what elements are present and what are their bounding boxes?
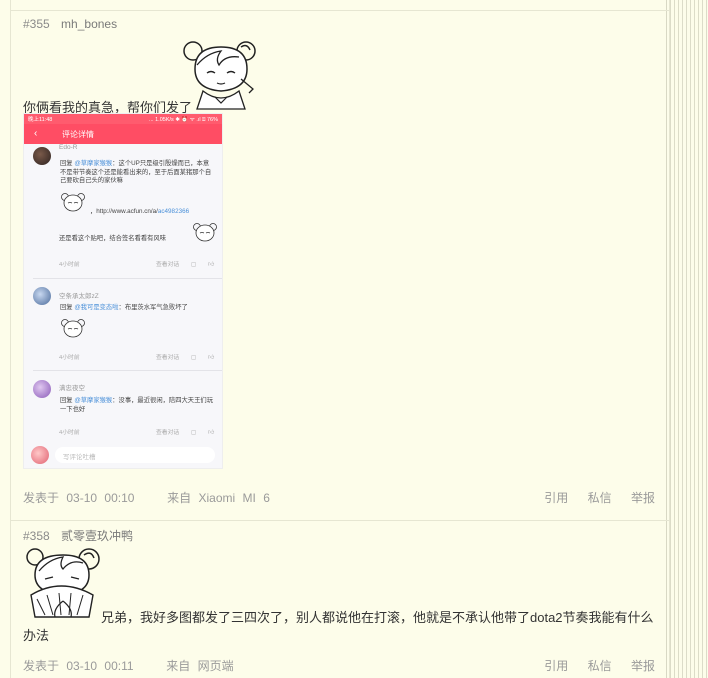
post-header: #358 贰零壹玖冲鸭 [23, 527, 133, 544]
private-message-button[interactable]: 私信 [588, 659, 612, 673]
quote-button[interactable]: 引用 [544, 491, 568, 505]
post-text-continued: 办法 [23, 628, 50, 643]
comment-footer: 4小时前 查看对话 ▢ 👍︎ [59, 427, 214, 436]
comment-body: 回复 @草摩家猴猴：这个UP只是级引殷燥而已，本意不是带节奏这个还是能看出来的，… [60, 160, 212, 184]
comment-footer: 4小时前 查看对话 ▢ 👍︎ [59, 259, 214, 268]
posted-label: 发表于 [23, 659, 60, 673]
avatar [31, 446, 49, 464]
embedded-screenshot[interactable]: 晚上11:48 ... 1.05K/s ✱ ⏰ ᯤ .ıl ⌸ 76% ‹ 评论… [23, 113, 223, 469]
avatar [33, 147, 51, 165]
report-button[interactable]: 举报 [631, 659, 655, 673]
view-conversation-link[interactable]: 查看对话 [156, 430, 179, 436]
report-button[interactable]: 举报 [631, 491, 655, 505]
reply-icon[interactable]: ▢ [191, 355, 196, 361]
floor-number: #358 [23, 529, 50, 543]
comment-time: 4小时前 [59, 430, 80, 436]
comment-author: 满忠夜空 [59, 385, 85, 392]
device-word: MI [242, 491, 256, 505]
comment-author: Edo-R [59, 144, 78, 151]
from-label: 来自 [167, 491, 192, 505]
post-358: #358 贰零壹玖冲鸭 兄弟，我好多图都发了三四次了，别人都说他在打滚，他就是不… [11, 520, 669, 678]
quote-button[interactable]: 引用 [544, 659, 568, 673]
private-message-button[interactable]: 私信 [588, 491, 612, 505]
username[interactable]: mh_bones [61, 17, 117, 31]
avatar [33, 287, 51, 305]
avatar [33, 380, 51, 398]
comment-link[interactable]: ac4982366 [158, 208, 189, 215]
comment-item: 满忠夜空 回复 @草摩家猴猴：没事，最近很闲，陪四大天王们玩一下也好 4小时前 … [24, 376, 222, 442]
thread-column: #355 mh_bones 你俩看我的真急，帮你们发了 晚上11:48 ... … [10, 0, 670, 678]
like-icon[interactable]: 👍︎ [208, 262, 214, 268]
post-355: #355 mh_bones 你俩看我的真急，帮你们发了 晚上11:48 ... … [11, 10, 669, 530]
floor-number: #355 [23, 17, 50, 31]
post-date: 03-10 [66, 659, 98, 673]
comment-link-line: ，http://www.acfun.cn/a/ac4982366 [90, 208, 190, 215]
nav-bar: ‹ 评论详情 [24, 124, 222, 144]
nav-title: 评论详情 [62, 130, 94, 139]
back-arrow-icon: ‹ [34, 128, 38, 139]
comment-author: 空条承太郎zZ [59, 293, 99, 300]
comment-time: 4小时前 [59, 355, 80, 361]
post-time: 00:10 [104, 491, 135, 505]
device-word: 6 [263, 491, 270, 505]
like-icon[interactable]: 👍︎ [208, 430, 214, 436]
view-conversation-link[interactable]: 查看对话 [156, 262, 179, 268]
divider [33, 370, 222, 371]
username[interactable]: 贰零壹玖冲鸭 [61, 529, 133, 543]
device: 网页端 [197, 659, 234, 673]
view-conversation-link[interactable]: 查看对话 [156, 355, 179, 361]
post-text: 兄弟，我好多图都发了三四次了，别人都说他在打滚，他就是不承认他带了dota2节奏… [101, 610, 654, 625]
status-time: 晚上11:48 [28, 117, 53, 123]
divider [33, 278, 222, 279]
status-icons: ... 1.05K/s ✱ ⏰ ᯤ .ıl ⌸ 76% [149, 117, 218, 123]
comment-body-2: 还是看这个贴吧，结合签名看看有风味 [59, 235, 167, 242]
like-icon[interactable]: 👍︎ [208, 355, 214, 361]
post-date: 03-10 [66, 491, 98, 505]
comment-item: 空条承太郎zZ 回复 @我可是变态啦：布里茨水军气急败坏了 4小时前 查看对话 … [24, 284, 222, 361]
sticker-thumbnail [61, 319, 85, 338]
comment-time: 4小时前 [59, 262, 80, 268]
status-bar: 晚上11:48 ... 1.05K/s ✱ ⏰ ᯤ .ıl ⌸ 76% [24, 114, 222, 124]
page-right-rails [666, 0, 708, 678]
post-footer: 发表于 03-10 00:10 来自 Xiaomi MI 6 引用 私信 举报 [23, 489, 655, 506]
comment-body: 回复 @草摩家猴猴：没事，最近很闲，陪四大天王们玩一下也好 [60, 397, 213, 413]
anime-girl-sticker [183, 41, 256, 110]
comment-body: 回复 @我可是变态啦：布里茨水军气急败坏了 [60, 304, 188, 311]
post-footer: 发表于 03-10 00:11 来自 网页端 引用 私信 举报 [23, 657, 655, 674]
anime-girl-fan-sticker [26, 548, 100, 618]
comment-input[interactable]: 写评论吐槽 [55, 447, 215, 463]
comment-footer: 4小时前 查看对话 ▢ 👍︎ [59, 352, 214, 361]
from-label: 来自 [166, 659, 191, 673]
comment-item: Edo-R 回复 @草摩家猴猴：这个UP只是级引殷燥而已，本意不是带节奏这个还是… [24, 144, 222, 274]
sticker-thumbnail [61, 193, 85, 212]
reply-icon[interactable]: ▢ [191, 262, 196, 268]
device-word: Xiaomi [198, 491, 236, 505]
posted-label: 发表于 [23, 491, 60, 505]
comment-composer: 写评论吐槽 [24, 442, 222, 468]
post-header: #355 mh_bones [23, 17, 117, 31]
post-time: 00:11 [104, 659, 134, 673]
reply-icon[interactable]: ▢ [191, 430, 196, 436]
